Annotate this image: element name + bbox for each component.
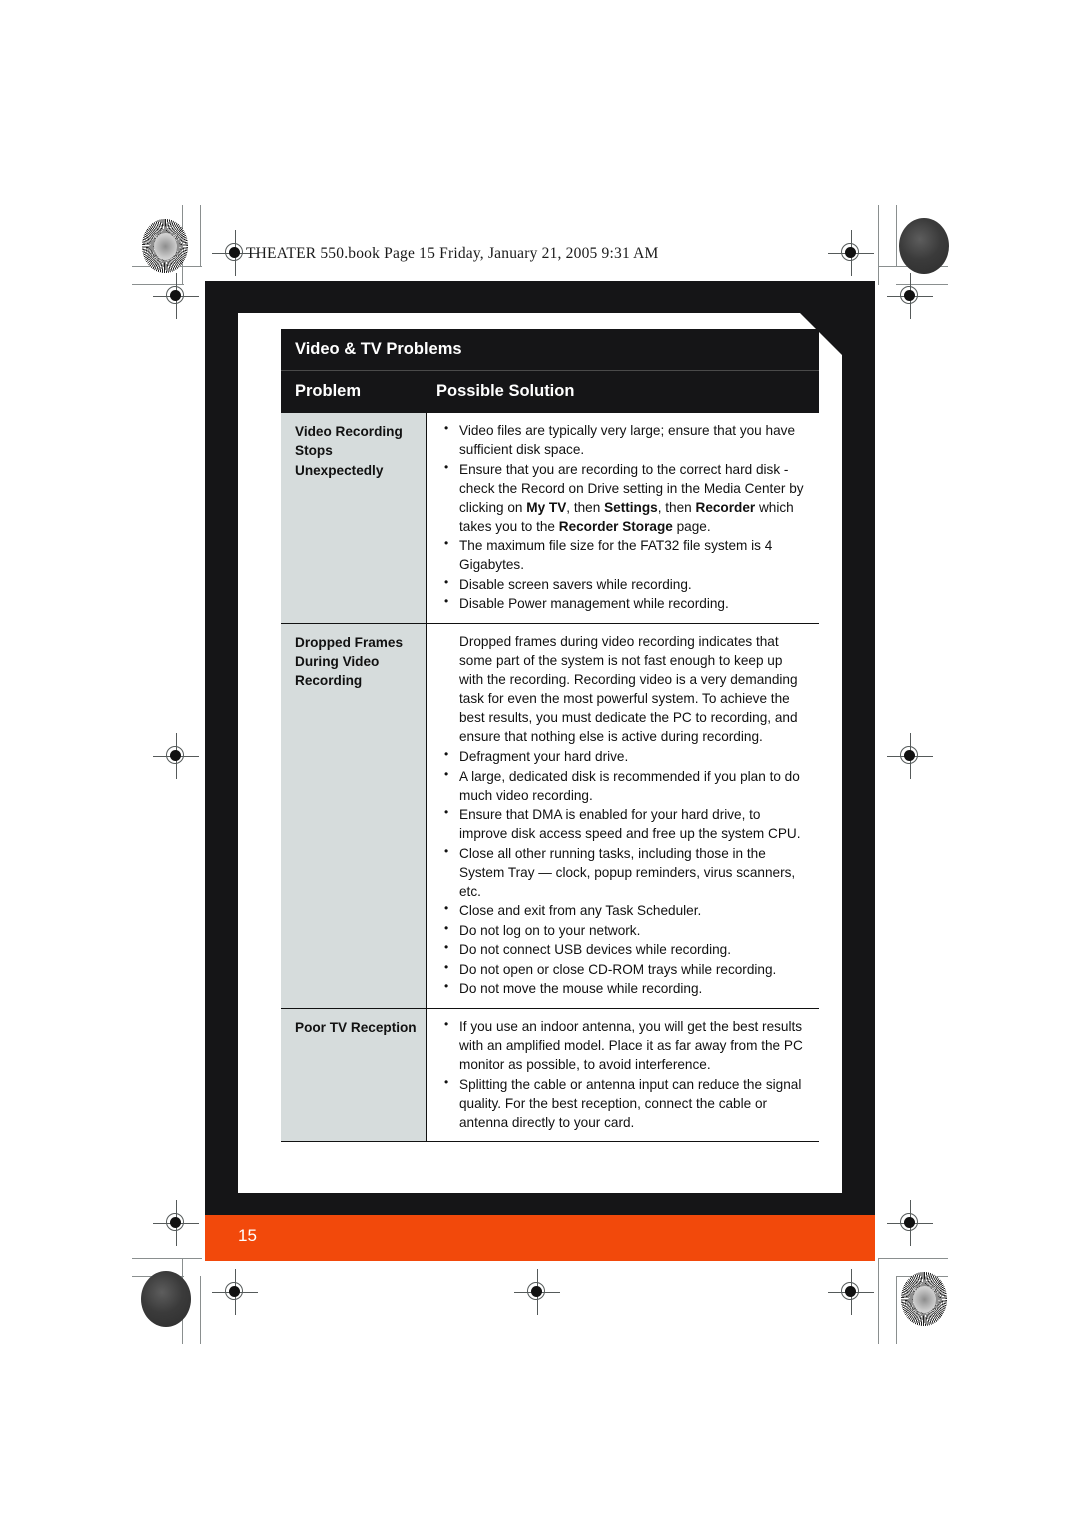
solution-bullet-item: Disable screen savers while recording. <box>441 574 809 594</box>
solution-bullet-item: Do not connect USB devices while recordi… <box>441 939 809 959</box>
rosette-target-mark <box>901 1272 947 1326</box>
solution-bullet-item: Close and exit from any Task Scheduler. <box>441 900 809 920</box>
crop-line <box>132 1258 202 1259</box>
registration-crosshair-mark <box>887 1200 933 1246</box>
solution-cell: Video files are typically very large; en… <box>427 413 819 623</box>
registration-crosshair-mark <box>153 273 199 319</box>
registration-crosshair-mark <box>514 1269 560 1315</box>
solution-bullet-list: If you use an indoor antenna, you will g… <box>441 1016 809 1132</box>
column-header-solution: Possible Solution <box>436 382 575 400</box>
solution-bullet-item: Ensure that DMA is enabled for your hard… <box>441 804 809 843</box>
solution-bullet-item: Defragment your hard drive. <box>441 746 809 766</box>
solution-bullet-item: Splitting the cable or antenna input can… <box>441 1073 809 1132</box>
registration-crosshair-mark <box>887 733 933 779</box>
registration-crosshair-mark <box>212 1269 258 1315</box>
solution-bullet-list: Video files are typically very large; en… <box>441 420 809 613</box>
solution-bullet-item: If you use an indoor antenna, you will g… <box>441 1016 809 1074</box>
troubleshooting-table: Video & TV Problems Problem Possible Sol… <box>281 329 819 1143</box>
book-header-line: THEATER 550.book Page 15 Friday, January… <box>246 245 659 262</box>
solution-bullet-item: Do not log on to your network. <box>441 920 809 940</box>
solution-bullet-item: Video files are typically very large; en… <box>441 420 809 459</box>
problem-cell: Video Recording Stops Unexpectedly <box>281 413 427 623</box>
problem-cell: Dropped Frames During Video Recording <box>281 623 427 1008</box>
solution-bullet-item: The maximum file size for the FAT32 file… <box>441 535 809 574</box>
registration-crosshair-mark <box>887 273 933 319</box>
density-dot-mark <box>899 218 949 274</box>
registration-crosshair-mark <box>153 733 199 779</box>
page-number: 15 <box>238 1226 257 1245</box>
table-column-header-row: Problem Possible Solution <box>281 371 819 413</box>
problem-cell: Poor TV Reception <box>281 1008 427 1142</box>
crop-line <box>878 1258 879 1344</box>
solution-bullet-item: Close all other running tasks, including… <box>441 843 809 901</box>
crop-line <box>200 205 201 267</box>
solution-bullet-item: A large, dedicated disk is recommended i… <box>441 766 809 805</box>
registration-crosshair-mark <box>828 230 874 276</box>
solution-bullet-item: Ensure that you are recording to the cor… <box>441 459 809 536</box>
table-row: Video Recording Stops Unexpectedly Video … <box>281 413 819 624</box>
registration-crosshair-mark <box>828 1269 874 1315</box>
table-row: Poor TV ReceptionIf you use an indoor an… <box>281 1008 819 1143</box>
solution-cell: Dropped frames during video recording in… <box>427 623 819 1008</box>
crop-line <box>200 1276 201 1344</box>
crop-line <box>896 205 897 267</box>
solution-intro-text: Dropped frames during video recording in… <box>459 633 798 744</box>
registration-crosshair-mark <box>153 1200 199 1246</box>
table-title: Video & TV Problems <box>281 329 819 371</box>
solution-bullet-item: Disable Power management while recording… <box>441 593 809 613</box>
solution-bullet-item: Do not open or close CD-ROM trays while … <box>441 959 809 979</box>
crop-line <box>896 1276 897 1344</box>
rosette-target-mark <box>142 219 188 273</box>
solution-bullet-list: Defragment your hard drive.A large, dedi… <box>441 746 809 998</box>
solution-bullet-item: Do not move the mouse while recording. <box>441 978 809 998</box>
table-body: Video Recording Stops Unexpectedly Video … <box>281 413 819 1143</box>
column-header-problem: Problem <box>295 382 362 400</box>
footer-band: 15 <box>205 1215 875 1261</box>
crop-line <box>878 205 879 285</box>
crop-line <box>878 1258 948 1259</box>
solution-cell: If you use an indoor antenna, you will g… <box>427 1008 819 1142</box>
density-dot-mark <box>141 1271 191 1327</box>
table-row: Dropped Frames During Video Recording Dro… <box>281 623 819 1009</box>
